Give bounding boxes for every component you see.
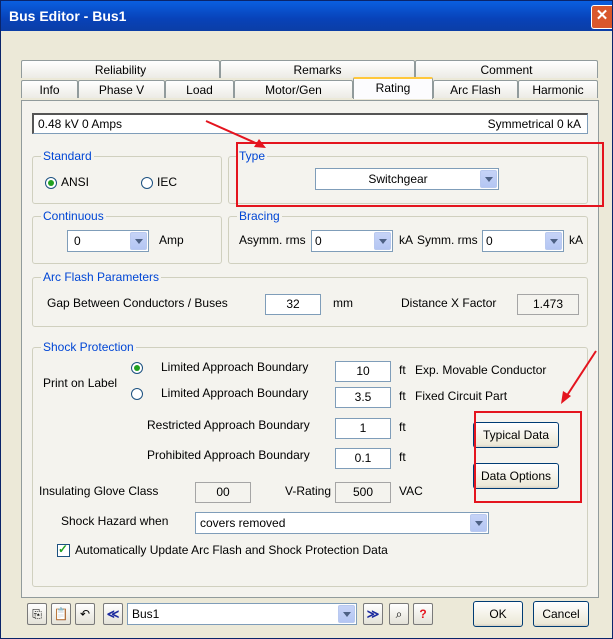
help-icon[interactable]: ? xyxy=(413,603,433,625)
bus-value: Bus1 xyxy=(132,607,160,621)
tab-motor-gen[interactable]: Motor/Gen xyxy=(234,80,353,98)
gap-input[interactable]: 32 xyxy=(265,294,321,315)
tab-rating[interactable]: Rating xyxy=(353,77,433,99)
chevron-down-icon[interactable] xyxy=(374,232,391,250)
window-title: Bus Editor - Bus1 xyxy=(9,8,127,24)
asymm-select[interactable]: 0 xyxy=(311,230,393,252)
standard-legend: Standard xyxy=(41,149,94,163)
asymm-label: Asymm. rms xyxy=(239,233,306,247)
cancel-button[interactable]: Cancel xyxy=(533,601,589,627)
ok-button[interactable]: OK xyxy=(473,601,523,627)
iec-radio[interactable] xyxy=(141,177,153,189)
tab-remarks[interactable]: Remarks xyxy=(220,60,415,78)
lab2-unit: ft xyxy=(399,389,406,403)
gap-unit: mm xyxy=(333,296,353,310)
asymm-unit: kA xyxy=(399,233,414,247)
tab-phase-v[interactable]: Phase V xyxy=(78,80,165,98)
bracing-legend: Bracing xyxy=(237,209,282,223)
hazard-label: Shock Hazard when xyxy=(61,514,169,528)
lab2-note: Fixed Circuit Part xyxy=(415,389,508,403)
lab1-label: Limited Approach Boundary xyxy=(161,360,309,374)
vrating-unit: VAC xyxy=(399,484,423,498)
iec-label: IEC xyxy=(157,175,178,189)
bracing-group: Bracing Asymm. rms 0 kA Symm. rms 0 kA xyxy=(228,209,588,264)
lab1-unit: ft xyxy=(399,363,406,377)
tab-arc-flash[interactable]: Arc Flash xyxy=(433,80,518,98)
pab-label: Prohibited Approach Boundary xyxy=(147,448,310,462)
chevron-down-icon[interactable] xyxy=(470,514,487,532)
close-icon[interactable]: ✕ xyxy=(591,5,612,29)
continuous-value: 0 xyxy=(74,234,81,248)
vrating-value: 500 xyxy=(335,482,391,503)
info-left: 0.48 kV 0 Amps xyxy=(38,117,123,131)
auto-update-label: Automatically Update Arc Flash and Shock… xyxy=(75,543,388,557)
vrating-label: V-Rating xyxy=(285,484,332,498)
continuous-legend: Continuous xyxy=(41,209,106,223)
info-right: Symmetrical 0 kA xyxy=(487,117,581,131)
continuous-unit: Amp xyxy=(159,233,184,247)
symm-value: 0 xyxy=(486,234,493,248)
rab-label: Restricted Approach Boundary xyxy=(147,418,310,432)
bus-select[interactable]: Bus1 xyxy=(127,603,357,625)
distance-x-value: 1.473 xyxy=(517,294,579,315)
glove-label: Insulating Glove Class xyxy=(39,484,159,498)
shock-legend: Shock Protection xyxy=(41,340,136,354)
chevron-down-icon[interactable] xyxy=(338,605,355,623)
tab-info[interactable]: Info xyxy=(21,80,78,98)
continuous-group: Continuous 0 Amp xyxy=(32,209,222,264)
tab-comment[interactable]: Comment xyxy=(415,60,598,78)
search-binoculars-icon[interactable]: ⌕ xyxy=(389,603,409,625)
lab2-radio[interactable] xyxy=(131,388,143,400)
auto-update-checkbox[interactable] xyxy=(57,542,70,557)
tab-harmonic[interactable]: Harmonic xyxy=(518,80,598,98)
rating-panel: 0.48 kV 0 Amps Symmetrical 0 kA Standard… xyxy=(21,100,604,598)
ansi-radio[interactable] xyxy=(45,177,57,189)
annotation-arrow xyxy=(561,350,597,404)
previous-icon[interactable]: ≪ xyxy=(103,603,123,625)
symm-select[interactable]: 0 xyxy=(482,230,564,252)
next-icon[interactable]: ≫ xyxy=(363,603,383,625)
asymm-value: 0 xyxy=(315,234,322,248)
lab1-radio[interactable] xyxy=(131,362,143,374)
symm-label: Symm. rms xyxy=(417,233,478,247)
rab-unit: ft xyxy=(399,420,406,434)
tab-load[interactable]: Load xyxy=(165,80,234,98)
print-on-label: Print on Label xyxy=(43,376,118,390)
hazard-select[interactable]: covers removed xyxy=(195,512,489,534)
type-highlight-box xyxy=(236,142,604,207)
hazard-value: covers removed xyxy=(200,516,286,530)
arc-flash-params-group: Arc Flash Parameters Gap Between Conduct… xyxy=(32,270,588,327)
info-bar: 0.48 kV 0 Amps Symmetrical 0 kA xyxy=(32,113,588,134)
buttons-highlight-box xyxy=(474,411,582,503)
arc-flash-legend: Arc Flash Parameters xyxy=(41,270,162,284)
symm-unit: kA xyxy=(569,233,584,247)
lab2-label: Limited Approach Boundary xyxy=(161,386,309,400)
pab-unit: ft xyxy=(399,450,406,464)
chevron-down-icon[interactable] xyxy=(130,232,147,250)
ansi-label: ANSI xyxy=(61,175,90,189)
bus-editor-window: Bus Editor - Bus1 ✕ Reliability Remarks … xyxy=(0,0,613,639)
lab1-input[interactable]: 10 xyxy=(335,361,391,382)
chevron-down-icon[interactable] xyxy=(545,232,562,250)
gap-label: Gap Between Conductors / Buses xyxy=(47,296,228,310)
lab2-input[interactable]: 3.5 xyxy=(335,387,391,408)
standard-group: Standard ANSI IEC xyxy=(32,149,222,204)
continuous-select[interactable]: 0 xyxy=(67,230,149,252)
rab-input[interactable]: 1 xyxy=(335,418,391,439)
distance-x-label: Distance X Factor xyxy=(401,296,497,310)
undo-icon[interactable]: ↶ xyxy=(75,603,95,625)
pab-input[interactable]: 0.1 xyxy=(335,448,391,469)
lab1-note: Exp. Movable Conductor xyxy=(415,363,547,377)
paste-icon[interactable]: 📋 xyxy=(51,603,71,625)
copy-icon[interactable]: ⎘ xyxy=(27,603,47,625)
tab-reliability[interactable]: Reliability xyxy=(21,60,220,78)
glove-value: 00 xyxy=(195,482,251,503)
title-bar[interactable]: Bus Editor - Bus1 ✕ xyxy=(1,1,612,31)
